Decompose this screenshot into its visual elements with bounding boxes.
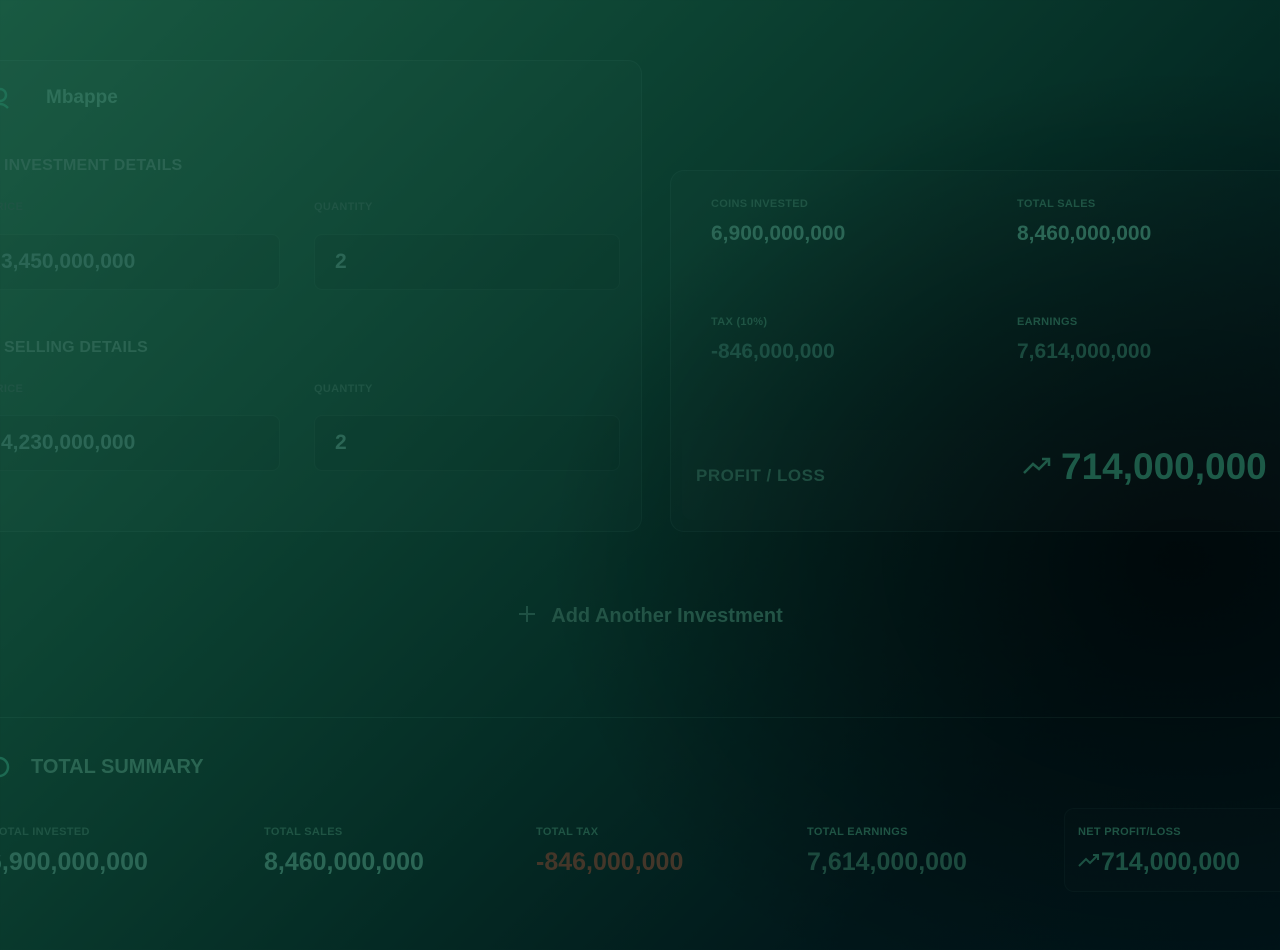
summary-total-earnings-value: 7,614,000,000 (807, 848, 967, 876)
summary-net-value: 714,000,000 (1101, 848, 1241, 876)
investment-quantity-label: QUANTITY (314, 201, 373, 213)
net-trending-up-icon (1078, 853, 1100, 874)
add-investment-button[interactable]: Add Another Investment (490, 592, 810, 640)
investment-details-title: INVESTMENT DETAILS (4, 157, 183, 174)
total-sales-label: TOTAL SALES (1017, 198, 1096, 210)
user-icon (0, 86, 12, 115)
summary-net-label: NET PROFIT/LOSS (1078, 826, 1181, 838)
summary-icon (0, 755, 12, 784)
summary-total-invested-label: TOTAL INVESTED (0, 826, 90, 838)
tax-label: TAX (10%) (711, 316, 768, 328)
add-investment-label: Add Another Investment (551, 604, 783, 627)
investment-price-input[interactable]: 3,450,000,000 (0, 234, 280, 290)
earnings-value: 7,614,000,000 (1017, 340, 1152, 363)
summary-total-earnings-label: TOTAL EARNINGS (807, 826, 908, 838)
profit-loss-value: 714,000,000 (1061, 446, 1267, 487)
summary-total-sales-value: 8,460,000,000 (264, 848, 424, 876)
tax-value: -846,000,000 (711, 340, 835, 363)
earnings-label: EARNINGS (1017, 316, 1078, 328)
summary-title: TOTAL SUMMARY (31, 756, 204, 778)
player-name: Mbappe (46, 87, 118, 108)
investment-price-label: PRICE (0, 201, 24, 213)
summary-total-tax-label: TOTAL TAX (536, 826, 599, 838)
selling-quantity-input[interactable]: 2 (314, 415, 620, 471)
selling-price-value: 4,230,000,000 (1, 431, 136, 454)
summary-total-invested-value: 6,900,000,000 (0, 848, 148, 876)
investment-quantity-input[interactable]: 2 (314, 234, 620, 290)
plus-icon (517, 604, 537, 629)
trending-up-icon (1023, 456, 1051, 481)
selling-price-input[interactable]: 4,230,000,000 (0, 415, 280, 471)
investment-quantity-value: 2 (335, 250, 347, 273)
selling-details-title: SELLING DETAILS (4, 339, 149, 356)
summary-divider (0, 717, 1280, 718)
summary-total-sales-label: TOTAL SALES (264, 826, 343, 838)
selling-price-label: PRICE (0, 383, 24, 395)
selling-quantity-value: 2 (335, 431, 347, 454)
total-sales-value: 8,460,000,000 (1017, 222, 1152, 245)
investment-price-value: 3,450,000,000 (1, 250, 136, 273)
summary-total-tax-value: -846,000,000 (536, 848, 684, 876)
selling-quantity-label: QUANTITY (314, 383, 373, 395)
coins-invested-label: COINS INVESTED (711, 198, 809, 210)
coins-invested-value: 6,900,000,000 (711, 222, 846, 245)
profit-loss-label: PROFIT / LOSS (696, 466, 826, 485)
